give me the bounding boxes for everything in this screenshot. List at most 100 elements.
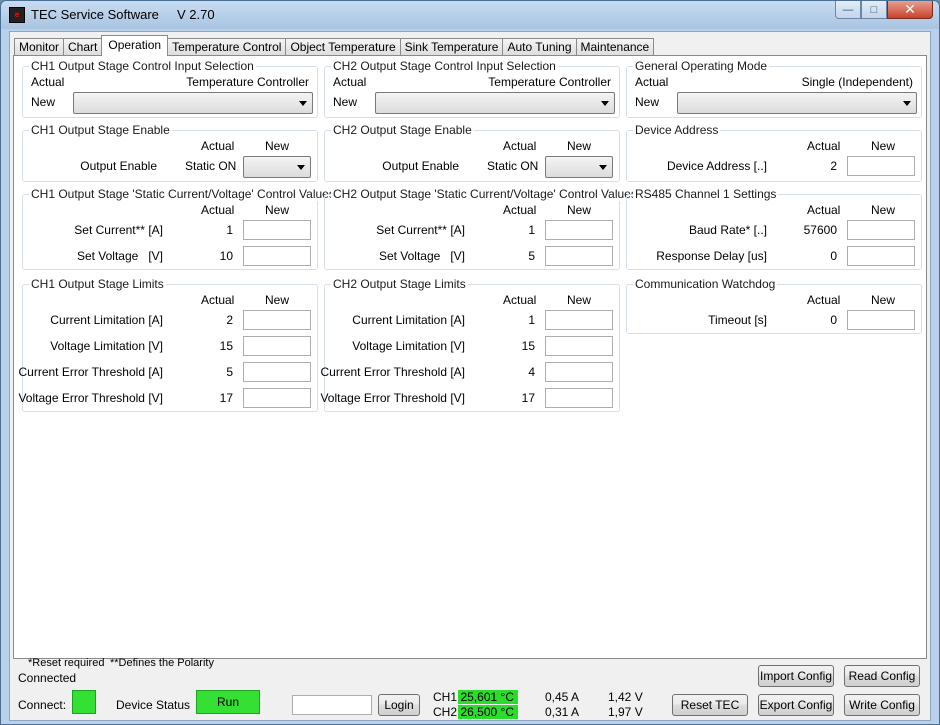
- col-actual: Actual: [807, 203, 841, 217]
- current-limitation-new-input[interactable]: [243, 310, 311, 330]
- voltage-limitation-label: Voltage Limitation [V]: [352, 339, 465, 353]
- col-new: New: [265, 139, 290, 153]
- output-enable-actual: Static ON: [487, 159, 539, 173]
- set-voltage-new-input[interactable]: [243, 246, 311, 266]
- col-actual: Actual: [201, 203, 235, 217]
- group-title: CH1 Output Stage Enable: [29, 123, 172, 137]
- ch2-limits-group: CH2 Output Stage Limits Actual New Curre…: [320, 277, 620, 412]
- output-enable-label: Output Enable: [382, 159, 459, 173]
- app-window: e TEC Service Software V 2.70 — □ ✕ Moni…: [0, 0, 940, 725]
- device-address-actual: 2: [830, 159, 837, 173]
- actual-label: Actual: [31, 75, 65, 89]
- ch2-static-values-group: CH2 Output Stage 'Static Current/Voltage…: [324, 187, 639, 270]
- ch2-input-selection-group: CH2 Output Stage Control Input Selection…: [324, 59, 620, 118]
- set-voltage-label: Set Voltage [V]: [378, 249, 465, 263]
- status-bar: Connected Connect: Device Status Run Log…: [10, 662, 930, 720]
- response-delay-new-input[interactable]: [847, 246, 915, 266]
- voltage-error-threshold-new-input[interactable]: [243, 388, 311, 408]
- current-limitation-label: Current Limitation [A]: [352, 313, 465, 327]
- ch2-enable-new-dropdown[interactable]: [545, 156, 613, 178]
- login-password-input[interactable]: [292, 695, 372, 715]
- tab-auto-tuning[interactable]: Auto Tuning: [502, 38, 577, 56]
- set-current-new-input[interactable]: [243, 220, 311, 240]
- timeout-new-input[interactable]: [847, 310, 915, 330]
- title-bar: e TEC Service Software V 2.70 — □ ✕: [1, 1, 939, 29]
- voltage-error-threshold-actual: 17: [521, 391, 535, 405]
- voltage-limitation-new-input[interactable]: [545, 336, 613, 356]
- ch2-input-new-dropdown[interactable]: [375, 92, 615, 114]
- window-title: TEC Service Software: [31, 7, 159, 22]
- voltage-limitation-label: Voltage Limitation [V]: [50, 339, 163, 353]
- connect-label: Connect:: [18, 698, 67, 712]
- close-icon[interactable]: ✕: [887, 1, 933, 19]
- set-current-actual: 1: [528, 223, 535, 237]
- device-address-new-input[interactable]: [847, 156, 915, 176]
- col-new: New: [265, 293, 290, 307]
- actual-value: Temperature Controller: [186, 75, 309, 89]
- rs485-settings-group: RS485 Channel 1 Settings Actual New Baud…: [626, 187, 922, 270]
- actual-label: Actual: [635, 75, 669, 89]
- connect-indicator[interactable]: [72, 690, 96, 714]
- voltage-limitation-new-input[interactable]: [243, 336, 311, 356]
- voltage-error-threshold-new-input[interactable]: [545, 388, 613, 408]
- baud-rate-new-input[interactable]: [847, 220, 915, 240]
- login-button[interactable]: Login: [378, 694, 420, 716]
- tab-chart[interactable]: Chart: [63, 38, 103, 56]
- tab-maintenance[interactable]: Maintenance: [575, 38, 655, 56]
- current-error-threshold-new-input[interactable]: [545, 362, 613, 382]
- reset-tec-button[interactable]: Reset TEC: [672, 694, 748, 716]
- current-limitation-new-input[interactable]: [545, 310, 613, 330]
- actual-value: Single (Independent): [801, 75, 913, 89]
- tab-operation[interactable]: Operation: [101, 35, 169, 56]
- col-actual: Actual: [201, 293, 235, 307]
- ch1-temperature: 25,601 °C: [458, 690, 518, 704]
- col-actual: Actual: [503, 139, 537, 153]
- tab-sink-temperature[interactable]: Sink Temperature: [399, 38, 504, 56]
- col-new: New: [265, 203, 290, 217]
- mode-new-dropdown[interactable]: [677, 92, 917, 114]
- ch2-current: 0,31 A: [545, 705, 580, 719]
- voltage-error-threshold-label: Voltage Error Threshold [V]: [18, 391, 163, 405]
- tab-monitor[interactable]: Monitor: [14, 38, 65, 56]
- set-current-label: Set Current** [A]: [376, 223, 465, 237]
- col-actual: Actual: [201, 139, 235, 153]
- operating-mode-group: General Operating Mode Actual Single (In…: [626, 59, 922, 118]
- response-delay-actual: 0: [830, 249, 837, 263]
- export-config-button[interactable]: Export Config: [758, 694, 834, 716]
- ch1-enable-new-dropdown[interactable]: [243, 156, 311, 178]
- group-title: RS485 Channel 1 Settings: [633, 187, 779, 201]
- minimize-icon[interactable]: —: [835, 1, 861, 19]
- set-current-label: Set Current** [A]: [74, 223, 163, 237]
- maximize-icon[interactable]: □: [861, 1, 887, 19]
- tab-object-temperature[interactable]: Object Temperature: [285, 38, 401, 56]
- ch1-input-selection-group: CH1 Output Stage Control Input Selection…: [22, 59, 318, 118]
- col-new: New: [567, 293, 592, 307]
- voltage-limitation-actual: 15: [219, 339, 233, 353]
- import-config-button[interactable]: Import Config: [758, 665, 834, 687]
- ch1-input-new-dropdown[interactable]: [73, 92, 313, 114]
- set-current-new-input[interactable]: [545, 220, 613, 240]
- current-error-threshold-label: Current Error Threshold [A]: [18, 365, 164, 379]
- timeout-actual: 0: [830, 313, 837, 327]
- read-config-button[interactable]: Read Config: [844, 665, 920, 687]
- output-enable-label: Output Enable: [80, 159, 157, 173]
- col-new: New: [871, 203, 896, 217]
- col-new: New: [567, 139, 592, 153]
- current-limitation-actual: 1: [528, 313, 535, 327]
- col-new: New: [871, 293, 896, 307]
- group-title: CH2 Output Stage 'Static Current/Voltage…: [331, 187, 639, 201]
- connection-status: Connected: [18, 671, 77, 685]
- baud-rate-actual: 57600: [803, 223, 837, 237]
- current-error-threshold-actual: 4: [528, 365, 535, 379]
- actual-value: Temperature Controller: [488, 75, 611, 89]
- write-config-button[interactable]: Write Config: [844, 694, 920, 716]
- new-label: New: [333, 95, 358, 109]
- current-error-threshold-new-input[interactable]: [243, 362, 311, 382]
- col-actual: Actual: [807, 293, 841, 307]
- set-voltage-new-input[interactable]: [545, 246, 613, 266]
- tab-temperature-control[interactable]: Temperature Control: [167, 38, 287, 56]
- response-delay-label: Response Delay [us]: [656, 249, 767, 263]
- voltage-limitation-actual: 15: [521, 339, 535, 353]
- new-label: New: [31, 95, 56, 109]
- baud-rate-label: Baud Rate* [..]: [688, 223, 767, 237]
